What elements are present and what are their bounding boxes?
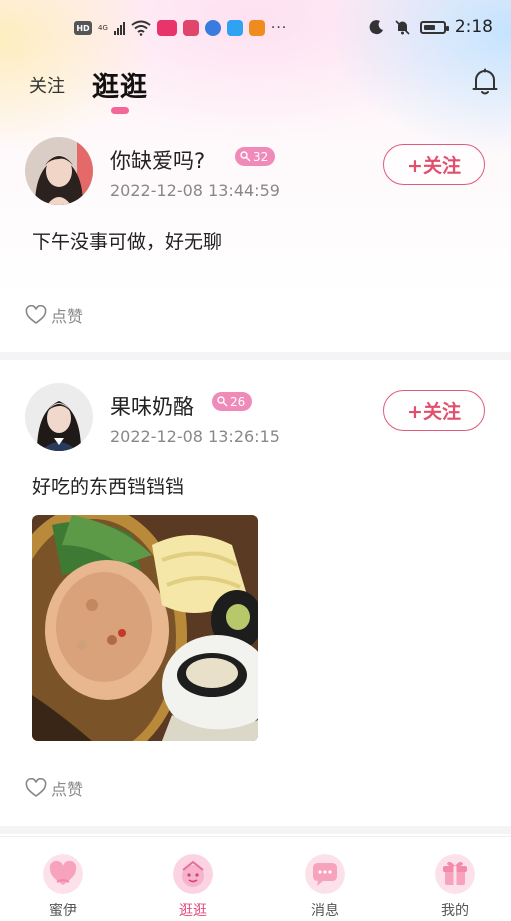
like-label: 点赞 [51, 307, 84, 326]
nav-item-browse[interactable]: 逛逛 [153, 837, 233, 921]
level-icon [217, 396, 228, 407]
nav-item-miyi[interactable]: 蜜伊 [23, 837, 103, 921]
bottom-nav: 蜜伊 逛逛 消息 我的 [0, 836, 511, 921]
heart-icon [43, 854, 83, 894]
post-text: 好吃的东西铛铛铛 [32, 476, 185, 498]
post-text: 下午没事可做，好无聊 [32, 231, 223, 253]
avatar[interactable] [25, 383, 93, 451]
post-image[interactable] [32, 515, 258, 741]
like-button[interactable]: 点赞 [25, 303, 83, 327]
nav-label: 我的 [441, 903, 469, 919]
follow-button[interactable]: +关注 [383, 144, 485, 185]
level-value: 32 [253, 149, 269, 164]
nav-label: 逛逛 [179, 903, 207, 919]
follow-button[interactable]: +关注 [383, 390, 485, 431]
post-time: 2022-12-08 13:44:59 [110, 181, 280, 200]
like-label: 点赞 [51, 780, 84, 799]
user-name[interactable]: 果味奶酪 [110, 391, 194, 421]
nav-label: 消息 [311, 903, 339, 919]
user-name[interactable]: 你缺爱吗? [110, 145, 205, 175]
post-time: 2022-12-08 13:26:15 [110, 427, 280, 446]
heart-icon [25, 305, 47, 324]
chat-icon [305, 854, 345, 894]
like-button[interactable]: 点赞 [25, 776, 83, 800]
post-card: 你缺爱吗? 32 2022-12-08 13:44:59 +关注 下午没事可做，… [0, 0, 511, 360]
divider [0, 352, 511, 360]
nav-item-profile[interactable]: 我的 [415, 837, 495, 921]
gift-icon [435, 854, 475, 894]
divider [0, 826, 511, 834]
level-value: 26 [230, 394, 246, 409]
level-icon [240, 151, 251, 162]
heart-icon [25, 778, 47, 797]
nav-label: 蜜伊 [49, 903, 77, 919]
level-badge: 26 [212, 392, 253, 411]
nav-item-messages[interactable]: 消息 [285, 837, 365, 921]
level-badge: 32 [235, 147, 276, 166]
face-icon [173, 854, 213, 894]
avatar[interactable] [25, 137, 93, 205]
